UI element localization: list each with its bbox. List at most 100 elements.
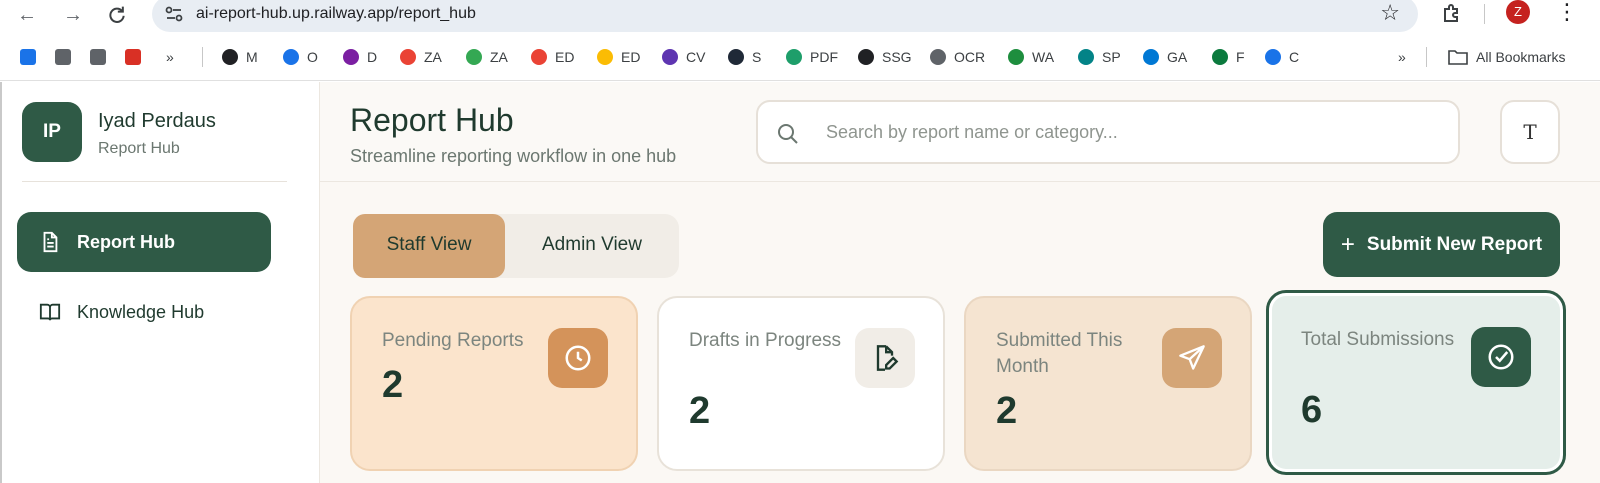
clock-icon: [548, 328, 608, 388]
stat-card-total: Total Submissions 6: [1266, 290, 1566, 475]
reload-icon[interactable]: [104, 2, 130, 28]
bookmark-label: ED: [621, 49, 641, 65]
view-toggle: Staff View Admin View: [353, 214, 679, 278]
forward-icon[interactable]: →: [60, 2, 86, 28]
all-bookmarks-folder[interactable]: All Bookmarks: [1448, 47, 1565, 67]
bookmark-favicon-icon: [283, 49, 299, 65]
back-icon[interactable]: ←: [14, 2, 40, 28]
submit-new-report-button[interactable]: + Submit New Report: [1323, 212, 1560, 277]
bookmark-label: F: [1236, 49, 1245, 65]
bookmark-item[interactable]: ZA: [466, 47, 508, 67]
bookmark-label: ZA: [490, 49, 508, 65]
bookmark-item[interactable]: CV: [662, 47, 705, 67]
address-bar[interactable]: ai-report-hub.up.railway.app/report_hub …: [152, 0, 1418, 32]
admin-view-tab[interactable]: Admin View: [505, 214, 679, 278]
bookmarks-divider: [1426, 47, 1427, 67]
page-subtitle: Streamline reporting workflow in one hub: [350, 146, 677, 166]
book-icon: [39, 303, 61, 321]
bookmark-item[interactable]: F: [1212, 47, 1245, 67]
site-settings-icon[interactable]: [164, 4, 186, 24]
bookmark-square-icon[interactable]: [90, 47, 106, 67]
bookmark-square-icon[interactable]: [20, 47, 36, 67]
bookmark-item[interactable]: SP: [1078, 47, 1121, 67]
bookmark-item[interactable]: ED: [531, 47, 574, 67]
stat-label: Submitted This Month: [996, 330, 1123, 377]
search-icon: [778, 124, 798, 144]
bookmark-favicon-icon: [55, 49, 71, 65]
sidebar-item-label: Knowledge Hub: [77, 301, 205, 322]
bookmark-star-icon[interactable]: ☆: [1380, 2, 1400, 24]
bookmark-favicon-icon: [20, 49, 36, 65]
bookmark-favicon-icon: [1212, 49, 1228, 65]
bookmark-label: ZA: [424, 49, 442, 65]
toolbar-divider: [1484, 4, 1485, 24]
bookmark-item[interactable]: S: [728, 47, 761, 67]
bookmark-item[interactable]: GA: [1143, 47, 1187, 67]
stat-value: 2: [996, 390, 1018, 432]
page-title: Report Hub: [350, 102, 514, 138]
sidebar-item-label: Report Hub: [77, 231, 175, 252]
stat-value: 6: [1301, 389, 1323, 431]
bookmark-favicon-icon: [400, 49, 416, 65]
bookmark-favicon-icon: [466, 49, 482, 65]
plus-icon: +: [1340, 230, 1355, 258]
bookmarks-more-icon[interactable]: »: [166, 47, 174, 67]
bookmark-favicon-icon: [1078, 49, 1094, 65]
document-icon: [43, 231, 58, 253]
bookmark-label: D: [367, 49, 378, 65]
bookmark-item[interactable]: ZA: [400, 47, 442, 67]
theme-button[interactable]: T: [1500, 100, 1560, 164]
url-text: ai-report-hub.up.railway.app/report_hub: [196, 5, 476, 22]
bookmarks-overflow[interactable]: »: [1398, 47, 1406, 67]
bookmark-favicon-icon: [858, 49, 874, 65]
profile-avatar[interactable]: Z: [1506, 0, 1530, 24]
bookmark-item[interactable]: ED: [597, 47, 640, 67]
main-content: Report Hub Streamline reporting workflow…: [320, 82, 1600, 483]
bookmark-favicon-icon: [343, 49, 359, 65]
extensions-icon[interactable]: [1440, 1, 1464, 25]
stat-label: Pending Reports: [382, 330, 524, 351]
bookmark-item[interactable]: C: [1265, 47, 1299, 67]
bookmarks-bar: » All Bookmarks » M O D ZA ZA ED ED CV S PDF SSG OCR…: [0, 33, 1600, 81]
browser-menu-icon[interactable]: ⋮: [1556, 0, 1578, 26]
sidebar-item-knowledge-hub[interactable]: Knowledge Hub: [17, 282, 271, 342]
bookmark-item[interactable]: O: [283, 47, 318, 67]
bookmark-label: M: [246, 49, 258, 65]
bookmark-favicon-icon: [90, 49, 106, 65]
bookmark-item[interactable]: M: [222, 47, 258, 67]
bookmark-favicon-icon: [662, 49, 678, 65]
stat-label: Total Submissions: [1301, 329, 1455, 350]
bookmark-label: ED: [555, 49, 575, 65]
bookmark-label: SP: [1102, 49, 1121, 65]
bookmark-item[interactable]: OCR: [930, 47, 985, 67]
bookmark-label: SSG: [882, 49, 912, 65]
browser-toolbar: ← → ai-report-hub.up.railway.app/report_…: [0, 0, 1600, 33]
stat-card-drafts: Drafts in Progress 2: [657, 296, 945, 471]
bookmark-item[interactable]: D: [343, 47, 377, 67]
bookmark-label: WA: [1032, 49, 1055, 65]
bookmark-square-icon[interactable]: [55, 47, 71, 67]
bookmark-label: »: [166, 49, 174, 65]
bookmark-favicon-icon: [125, 49, 141, 65]
stat-label: Drafts in Progress: [689, 330, 842, 351]
bookmark-favicon-icon: [728, 49, 744, 65]
staff-view-tab[interactable]: Staff View: [353, 214, 505, 278]
bookmark-item[interactable]: WA: [1008, 47, 1054, 67]
bookmark-label: S: [752, 49, 762, 65]
page-header: Report Hub Streamline reporting workflow…: [320, 82, 1600, 182]
bookmark-label: OCR: [954, 49, 986, 65]
search-input[interactable]: [826, 116, 1426, 148]
sidebar-item-report-hub[interactable]: Report Hub: [17, 212, 271, 272]
search-box: [756, 100, 1460, 164]
stat-value: 2: [382, 364, 404, 406]
bookmarks-divider: [202, 47, 203, 67]
bookmark-item[interactable]: PDF: [786, 47, 838, 67]
bookmark-label: GA: [1167, 49, 1188, 65]
bookmark-favicon-icon: [531, 49, 547, 65]
overflow-chevron-icon: »: [1398, 49, 1406, 65]
bookmark-favicon-icon: [786, 49, 802, 65]
bookmark-square-icon[interactable]: [125, 47, 141, 67]
bookmark-item[interactable]: SSG: [858, 47, 912, 67]
bookmark-favicon-icon: [1008, 49, 1024, 65]
stat-card-pending: Pending Reports 2: [350, 296, 638, 471]
